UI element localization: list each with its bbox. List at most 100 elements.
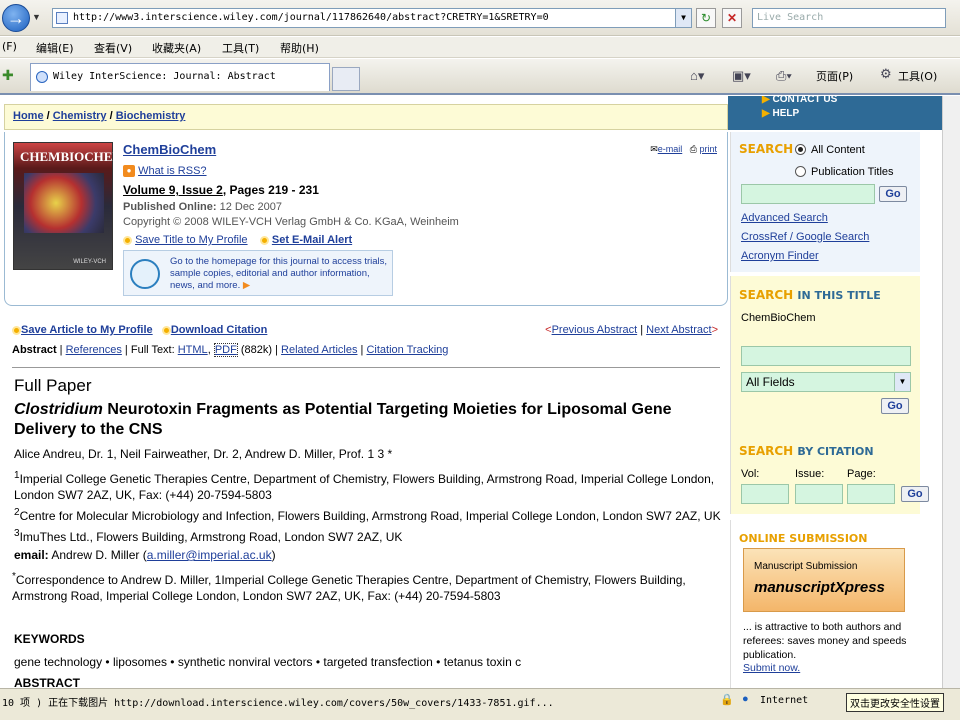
home-icon[interactable]: ⌂▾ xyxy=(690,68,704,84)
menu-view[interactable]: 查看(V) xyxy=(94,40,132,56)
print-icon[interactable]: ⎙▾ xyxy=(776,68,792,84)
top-nav: ▶ CONTACT US ▶ HELP xyxy=(728,96,942,130)
menu-file[interactable]: (F) xyxy=(2,40,17,53)
security-tooltip: 双击更改安全性设置 xyxy=(846,693,944,712)
bullet-icon xyxy=(12,325,21,335)
menu-edit[interactable]: 编辑(E) xyxy=(36,40,74,56)
in-title-search-input[interactable] xyxy=(741,346,911,366)
article-title: Clostridium Neurotoxin Fragments as Pote… xyxy=(14,401,672,438)
fulltext-pdf-link[interactable]: PDF xyxy=(213,343,238,357)
search-heading: SEARCH xyxy=(739,142,794,156)
vertical-scrollbar[interactable] xyxy=(942,96,960,688)
affiliation-3: 3ImuThes Ltd., Flowers Building, Armstro… xyxy=(14,528,403,544)
search-go-button[interactable]: Go xyxy=(879,186,907,202)
author-email-link[interactable]: a.miller@imperial.ac.uk xyxy=(147,548,272,562)
tab-abstract[interactable]: Abstract xyxy=(12,344,57,356)
promo-text: Go to the homepage for this journal to a… xyxy=(170,256,388,291)
publication-titles-label: Publication Titles xyxy=(811,166,894,178)
rss-link[interactable]: What is RSS? xyxy=(138,165,206,177)
journal-name-link[interactable]: ChemBioChem xyxy=(123,142,216,157)
in-title-heading: SEARCH IN THIS TITLE xyxy=(739,288,881,302)
published-label: Published Online: xyxy=(123,201,217,214)
journal-info-box: CHEMBIOCHEM WILEY-VCH ChemBioChem ● What… xyxy=(4,132,728,306)
page-menu[interactable]: 页面(P) xyxy=(816,68,853,84)
favorites-star-icon[interactable]: ✚ xyxy=(2,67,14,84)
journal-cover-image[interactable]: CHEMBIOCHEM WILEY-VCH xyxy=(13,142,125,270)
back-button[interactable]: → xyxy=(2,4,30,32)
breadcrumb-chemistry[interactable]: Chemistry xyxy=(53,110,107,122)
fulltext-label: Full Text: xyxy=(130,344,175,356)
crossref-search-link[interactable]: CrossRef / Google Search xyxy=(741,231,869,243)
menu-tools[interactable]: 工具(T) xyxy=(222,40,259,56)
tab-bar: ✚ Wiley InterScience: Journal: Abstract … xyxy=(0,59,960,95)
citation-go-button[interactable]: Go xyxy=(901,486,929,502)
volume-issue-link[interactable]: Volume 9, Issue 2 xyxy=(123,183,223,197)
status-bar: 10 项 ) 正在下载图片 http://download.interscien… xyxy=(0,688,960,720)
page-input[interactable] xyxy=(847,484,895,504)
breadcrumb-biochemistry[interactable]: Biochemistry xyxy=(116,110,186,122)
rss-icon[interactable]: ● xyxy=(123,165,135,178)
address-input[interactable]: http://www3.interscience.wiley.com/journ… xyxy=(52,8,692,28)
address-dropdown-icon[interactable]: ▼ xyxy=(675,9,691,27)
next-abstract-link[interactable]: Next Abstract xyxy=(646,324,711,336)
menu-help[interactable]: 帮助(H) xyxy=(280,40,319,56)
feeds-icon[interactable]: ▣▾ xyxy=(732,68,751,84)
set-email-alert-link[interactable]: Set E-Mail Alert xyxy=(272,234,352,246)
vol-input[interactable] xyxy=(741,484,789,504)
manuscript-xpress-banner[interactable]: Manuscript Submission manuscriptXpress xyxy=(743,548,905,612)
print-link[interactable]: print xyxy=(699,144,717,154)
tab-references[interactable]: References xyxy=(66,344,122,356)
radio-publication-titles[interactable] xyxy=(795,166,806,177)
email-print-links: ✉e-mail ⎙ print xyxy=(650,144,717,155)
radio-all-content[interactable] xyxy=(795,144,806,155)
tools-menu[interactable]: 工具(O) xyxy=(898,68,937,84)
fulltext-html-link[interactable]: HTML xyxy=(178,344,208,356)
live-search-input[interactable]: Live Search xyxy=(752,8,946,28)
stop-button[interactable]: ✕ xyxy=(722,8,742,28)
help-link[interactable]: ▶ HELP xyxy=(762,108,799,119)
lock-icon: 🔒 xyxy=(720,694,734,706)
article-type: Full Paper xyxy=(14,376,92,395)
select-chevron-down-icon[interactable]: ▼ xyxy=(894,373,910,391)
contact-us-link[interactable]: ▶ CONTACT US xyxy=(762,96,837,105)
address-toolbar: → ▼ http://www3.interscience.wiley.com/j… xyxy=(0,0,960,36)
download-citation-link[interactable]: Download Citation xyxy=(171,324,268,336)
tab-active[interactable]: Wiley InterScience: Journal: Abstract xyxy=(30,63,330,91)
page-label: Page: xyxy=(847,468,876,480)
ms-brand: manuscriptXpress xyxy=(754,579,885,596)
acronym-finder-link[interactable]: Acronym Finder xyxy=(741,250,819,262)
in-title-go-button[interactable]: Go xyxy=(881,398,909,414)
search-panel: SEARCH All Content Publication Titles Go… xyxy=(730,132,920,272)
advanced-search-link[interactable]: Advanced Search xyxy=(741,212,828,224)
search-in-title-panel: SEARCH IN THIS TITLE ChemBioChem All Fie… xyxy=(730,276,929,514)
menu-favorites[interactable]: 收藏夹(A) xyxy=(152,40,201,56)
ms-label: Manuscript Submission xyxy=(754,561,858,572)
save-article-link[interactable]: Save Article to My Profile xyxy=(21,324,153,336)
previous-abstract-link[interactable]: Previous Abstract xyxy=(552,324,638,336)
new-tab-button[interactable] xyxy=(332,67,360,91)
bullet-icon xyxy=(259,235,269,245)
journal-details: ChemBioChem ● What is RSS? Volume 9, Iss… xyxy=(123,142,523,246)
save-title-link[interactable]: Save Title to My Profile xyxy=(135,234,248,246)
article-authors: Alice Andreu, Dr. 1, Neil Fairweather, D… xyxy=(14,447,393,461)
history-dropdown-icon[interactable]: ▼ xyxy=(32,12,41,22)
refresh-button[interactable]: ↻ xyxy=(696,8,716,28)
affiliation-1: 1Imperial College Genetic Therapies Cent… xyxy=(14,470,715,502)
email-icon[interactable]: ✉ xyxy=(650,144,658,154)
breadcrumb-home[interactable]: Home xyxy=(13,110,44,122)
print-page-icon[interactable]: ⎙ xyxy=(690,144,697,154)
search-input[interactable] xyxy=(741,184,875,204)
issue-input[interactable] xyxy=(795,484,843,504)
zone-label: Internet xyxy=(760,695,809,706)
email-link[interactable]: e-mail xyxy=(658,144,683,154)
field-select[interactable]: All Fields ▼ xyxy=(741,372,911,392)
gear-icon[interactable]: ⚙ xyxy=(880,66,892,82)
submit-now-link[interactable]: Submit now. xyxy=(743,662,800,674)
tab-title: Wiley InterScience: Journal: Abstract xyxy=(53,71,276,82)
published-date: 12 Dec 2007 xyxy=(219,201,282,214)
all-content-label: All Content xyxy=(811,144,865,156)
related-articles-link[interactable]: Related Articles xyxy=(281,344,357,356)
cover-title: CHEMBIOCHEM xyxy=(20,149,125,164)
journal-homepage-promo[interactable]: Go to the homepage for this journal to a… xyxy=(123,250,393,296)
citation-tracking-link[interactable]: Citation Tracking xyxy=(366,344,448,356)
